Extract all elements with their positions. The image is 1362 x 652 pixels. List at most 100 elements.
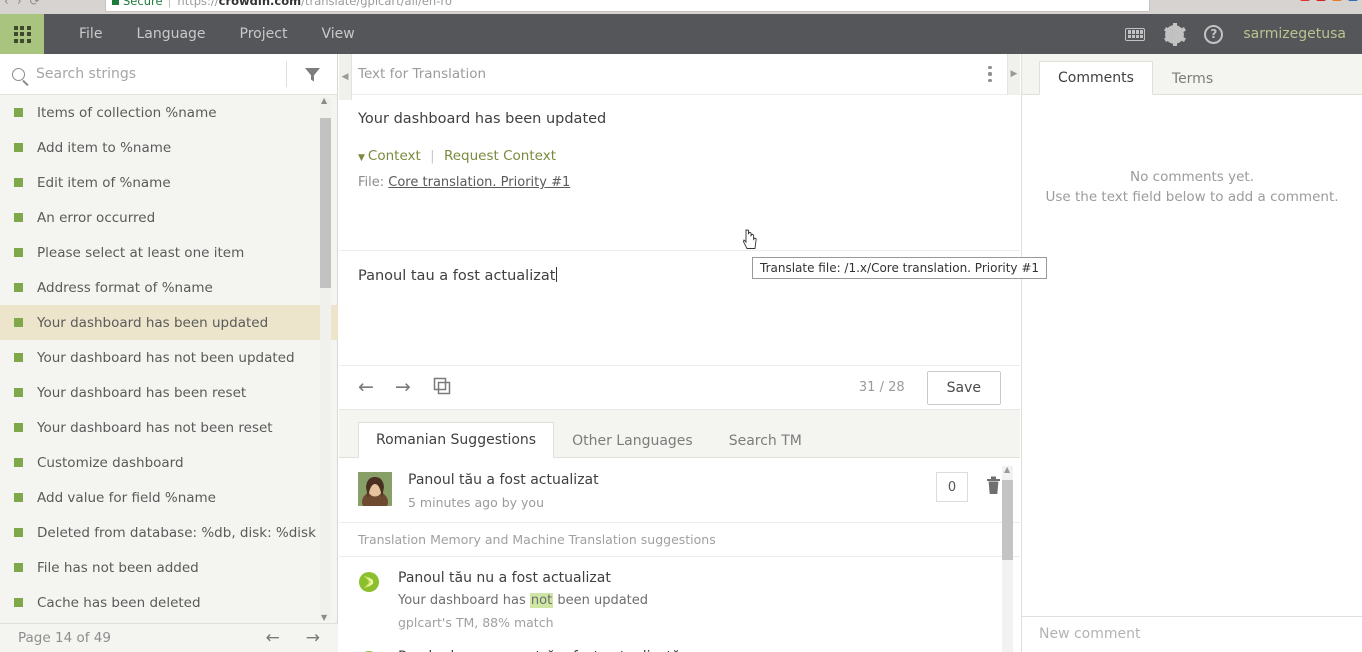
grid-glyph xyxy=(13,25,31,43)
string-label: Items of collection %name xyxy=(37,104,217,121)
caret-down-icon: ▼ xyxy=(358,153,365,163)
request-context-link[interactable]: Request Context xyxy=(444,148,556,164)
translation-editor: ◀ Text for Translation ▶ Your dashboard … xyxy=(339,53,1048,652)
user-suggestion-row[interactable]: Panoul tău a fost actualizat 5 minutes a… xyxy=(339,458,1020,522)
string-label: File has not been added xyxy=(37,559,199,576)
list-item[interactable]: Your dashboard has not been updated xyxy=(0,340,338,375)
main-menu: File Language Project View xyxy=(62,14,372,54)
browser-chrome: ‹ › ⟳ Secure | https:// crowdin.com /tra… xyxy=(0,0,1362,14)
trash-icon[interactable] xyxy=(986,476,1001,499)
url-path: /translate/gplcart/all/en-ro xyxy=(301,0,452,8)
copy-source-icon[interactable] xyxy=(432,376,452,400)
extension-icon-1[interactable] xyxy=(1300,0,1310,1)
status-square xyxy=(14,563,23,572)
scroll-down-icon[interactable]: ▼ xyxy=(321,613,327,622)
keyboard-icon[interactable] xyxy=(1125,27,1146,41)
list-item[interactable]: Cache has been deleted xyxy=(0,585,338,620)
pagination: Page 14 of 49 ← → xyxy=(0,623,338,652)
extension-icon-2[interactable] xyxy=(1316,0,1326,1)
list-item[interactable]: Edit item of %name xyxy=(0,165,338,200)
gear-icon[interactable] xyxy=(1163,22,1186,46)
browser-extensions[interactable] xyxy=(1300,0,1358,1)
kebab-menu-icon[interactable] xyxy=(973,66,1007,82)
context-toggle[interactable]: Context xyxy=(368,148,421,164)
reload-icon[interactable]: ⟳ xyxy=(30,0,40,8)
file-prefix-label: File: xyxy=(358,175,385,190)
list-item[interactable]: File has not been added xyxy=(0,550,338,585)
string-label: Add item to %name xyxy=(37,139,172,156)
list-item[interactable]: Please select at least one item xyxy=(0,235,338,270)
extension-icon-4[interactable] xyxy=(1348,0,1358,1)
list-item[interactable]: Your dashboard has been reset xyxy=(0,375,338,410)
browser-nav-buttons[interactable]: ‹ › ⟳ xyxy=(4,0,40,12)
context-row: ▼ Context | Request Context xyxy=(339,127,1020,164)
tab-other-languages[interactable]: Other Languages xyxy=(554,423,711,458)
topbar-actions: ? sarmizegetusa xyxy=(1125,22,1362,46)
menu-item-language[interactable]: Language xyxy=(119,14,222,54)
tab-comments[interactable]: Comments xyxy=(1039,61,1153,95)
scroll-up-icon[interactable]: ▲ xyxy=(321,96,327,105)
string-label: Cache has been deleted xyxy=(37,594,201,611)
status-square xyxy=(14,353,23,362)
tab-romanian-suggestions[interactable]: Romanian Suggestions xyxy=(358,422,555,458)
status-square xyxy=(14,423,23,432)
tab-terms[interactable]: Terms xyxy=(1153,62,1232,95)
address-bar[interactable]: Secure | https:// crowdin.com /translate… xyxy=(105,0,1150,12)
arrow-right-icon[interactable]: → xyxy=(306,629,320,647)
search-input[interactable] xyxy=(25,66,286,82)
string-label: Please select at least one item xyxy=(37,244,245,261)
list-item[interactable]: Add value for field %name xyxy=(0,480,338,515)
list-item[interactable]: An error occurred xyxy=(0,200,338,235)
vote-count[interactable]: 0 xyxy=(936,472,968,502)
chevron-left-icon[interactable]: ◀ xyxy=(339,54,352,100)
status-square xyxy=(14,213,23,222)
forward-icon[interactable]: › xyxy=(17,0,22,8)
file-link[interactable]: Core translation. Priority #1 xyxy=(388,175,570,190)
menu-item-file[interactable]: File xyxy=(62,14,119,54)
scroll-up-icon[interactable]: ▲ xyxy=(1004,465,1010,474)
suggestion-meta: 5 minutes ago by you xyxy=(408,495,544,510)
list-item-selected[interactable]: Your dashboard has been updated xyxy=(0,305,338,340)
list-item[interactable]: Items of collection %name xyxy=(0,95,338,130)
arrow-left-icon[interactable]: ← xyxy=(358,378,374,397)
save-button[interactable]: Save xyxy=(926,370,1001,405)
back-icon[interactable]: ‹ xyxy=(4,0,9,8)
apps-grid-icon[interactable] xyxy=(0,14,44,54)
sidebar-scrollbar[interactable]: ▲ ▼ xyxy=(320,96,331,622)
user-menu[interactable]: sarmizegetusa xyxy=(1243,26,1346,42)
new-comment-field[interactable]: New comment xyxy=(1022,616,1362,652)
suggestion-text: Panoul tău a fost actualizat xyxy=(408,472,599,488)
status-square xyxy=(14,388,23,397)
arrow-left-icon[interactable]: ← xyxy=(266,629,280,647)
page-label: Page 14 of 49 xyxy=(18,630,111,646)
menu-item-project[interactable]: Project xyxy=(223,14,305,54)
status-square xyxy=(14,143,23,152)
string-label: Edit item of %name xyxy=(37,174,171,191)
extension-icon-3[interactable] xyxy=(1332,0,1342,1)
string-label: Your dashboard has not been updated xyxy=(37,349,295,366)
list-item[interactable]: Address format of %name xyxy=(0,270,338,305)
comment-placeholder: New comment xyxy=(1039,626,1141,642)
page-title: Text for Translation xyxy=(358,66,487,82)
list-item[interactable]: Add item to %name xyxy=(0,130,338,165)
tm-suggestion-row[interactable]: Panoul tău nu a fost actualizat Your das… xyxy=(339,557,1020,630)
list-item[interactable]: Customize dashboard xyxy=(0,445,338,480)
tm-banner: Translation Memory and Machine Translati… xyxy=(339,522,1020,557)
tm-suggestion-row[interactable]: Parola dumneavoastră a fost actualizată … xyxy=(339,630,1020,652)
scrollbar-thumb[interactable] xyxy=(1002,480,1013,560)
string-label: Your dashboard has not been reset xyxy=(37,419,273,436)
scrollbar-thumb[interactable] xyxy=(320,118,331,288)
list-item[interactable]: Deleted from database: %db, disk: %disk xyxy=(0,515,338,550)
tm-translation: Panoul tău nu a fost actualizat xyxy=(398,570,611,586)
menu-item-view[interactable]: View xyxy=(304,14,371,54)
list-item[interactable]: Your dashboard has not been reset xyxy=(0,410,338,445)
status-square xyxy=(14,178,23,187)
arrow-right-icon[interactable]: → xyxy=(395,378,411,397)
funnel-filter-icon[interactable] xyxy=(287,65,337,84)
suggestions-scrollbar[interactable]: ▲ xyxy=(1002,465,1013,652)
strings-list[interactable]: Items of collection %name Add item to %n… xyxy=(0,95,338,623)
source-string: Your dashboard has been updated xyxy=(358,111,607,127)
tab-search-tm[interactable]: Search TM xyxy=(711,423,820,458)
chevron-right-icon[interactable]: ▶ xyxy=(1007,53,1020,95)
help-circle-icon[interactable]: ? xyxy=(1204,24,1224,44)
